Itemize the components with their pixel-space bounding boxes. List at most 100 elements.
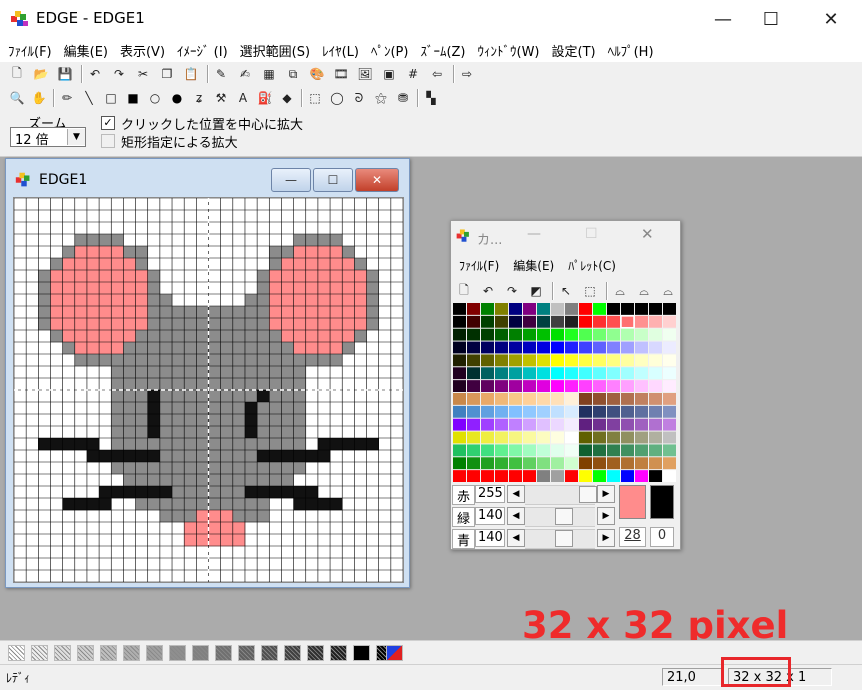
pixel-cell[interactable] (366, 294, 379, 307)
color-swatch[interactable] (495, 393, 508, 405)
select-color-icon[interactable]: ▚ (422, 89, 440, 107)
color-swatch[interactable] (565, 457, 578, 470)
color-swatch[interactable] (481, 393, 494, 405)
pixel-cell[interactable] (208, 474, 221, 487)
color-swatch[interactable] (649, 393, 662, 405)
menu-item[interactable]: ﾍﾙﾌﾟ(H) (608, 41, 654, 60)
color-swatch[interactable] (467, 341, 480, 354)
pixel-cell[interactable] (281, 414, 294, 427)
color-swatch[interactable] (481, 354, 494, 367)
pixel-cell[interactable] (293, 234, 307, 247)
pixel-cell[interactable] (196, 318, 209, 331)
pixel-cell[interactable] (244, 510, 258, 523)
color-swatch[interactable] (537, 354, 550, 367)
pixel-cell[interactable] (196, 390, 209, 403)
pixel-cell[interactable] (354, 438, 367, 451)
color-swatch[interactable] (607, 315, 620, 328)
film-icon[interactable]: 🎞 (332, 65, 350, 83)
pixel-cell[interactable] (184, 366, 197, 379)
color-swatch[interactable] (579, 341, 592, 354)
pixel-cell[interactable] (257, 378, 270, 391)
layers-icon[interactable]: ⧉ (284, 65, 302, 83)
redo-icon[interactable]: ↷ (503, 282, 521, 300)
pixel-cell[interactable] (123, 306, 136, 319)
line-icon[interactable]: ╲ (80, 89, 98, 107)
color-swatch[interactable] (551, 393, 564, 405)
color-swatch[interactable] (537, 303, 550, 315)
pixel-cell[interactable] (330, 342, 343, 355)
color-swatch[interactable] (635, 328, 648, 341)
pattern-swatch[interactable] (123, 645, 140, 661)
pixel-cell[interactable] (99, 246, 112, 259)
pixel-cell[interactable] (172, 390, 185, 403)
pixel-cell[interactable] (293, 342, 307, 355)
pixel-cell[interactable] (366, 282, 379, 295)
pixel-cell[interactable] (257, 354, 270, 367)
pixel-cell[interactable] (257, 426, 270, 439)
pixel-cell[interactable] (147, 318, 161, 331)
pixel-cell[interactable] (123, 402, 136, 415)
color-swatch[interactable] (551, 431, 564, 444)
open-folder-icon[interactable]: 📂 (32, 65, 50, 83)
pixel-cell[interactable] (86, 354, 100, 367)
swap-color-icon[interactable]: ◩ (527, 282, 545, 300)
pixel-cell[interactable] (269, 450, 282, 463)
pixel-cell[interactable] (74, 498, 88, 511)
pixel-cell[interactable] (257, 450, 270, 463)
pixel-cell[interactable] (74, 438, 88, 451)
color-swatch[interactable] (467, 380, 480, 392)
slider-right-arrow-icon[interactable]: ▶ (597, 507, 615, 525)
pixel-cell[interactable] (330, 330, 343, 343)
color-swatch[interactable] (663, 341, 676, 354)
color-swatch[interactable] (593, 444, 606, 457)
pixel-cell[interactable] (147, 378, 161, 391)
pixel-cell[interactable] (38, 438, 51, 451)
pixel-cell[interactable] (208, 402, 221, 415)
chevron-down-icon[interactable]: ▼ (67, 129, 85, 145)
pixel-cell[interactable] (269, 270, 282, 283)
pixel-cell[interactable] (281, 330, 294, 343)
pixel-cell[interactable] (208, 438, 221, 451)
pixel-cell[interactable] (172, 426, 185, 439)
pixel-cell[interactable] (317, 438, 331, 451)
color-swatch[interactable] (607, 380, 620, 392)
pixel-cell[interactable] (354, 270, 367, 283)
pixel-cell[interactable] (257, 486, 270, 499)
pattern-swatch[interactable] (192, 645, 209, 661)
pixel-cell[interactable] (135, 486, 149, 499)
channel-value[interactable]: 140 (475, 507, 505, 525)
color-swatch[interactable] (551, 405, 564, 418)
pixel-cell[interactable] (196, 330, 209, 343)
pixel-cell[interactable] (220, 378, 234, 391)
rect-fill-icon[interactable]: ■ (124, 89, 142, 107)
pixel-cell[interactable] (232, 414, 246, 427)
pixel-cell[interactable] (123, 282, 136, 295)
pixel-cell[interactable] (86, 234, 100, 247)
pixel-cell[interactable] (184, 414, 197, 427)
pixel-cell[interactable] (74, 258, 88, 271)
pixel-cell[interactable] (38, 318, 51, 331)
pixel-cell[interactable] (123, 330, 136, 343)
pixel-cell[interactable] (281, 474, 294, 487)
pixel-cell[interactable] (317, 258, 331, 271)
doc-close-button[interactable]: ✕ (355, 168, 399, 192)
pixel-cell[interactable] (330, 498, 343, 511)
pixel-cell[interactable] (123, 270, 136, 283)
pixel-cell[interactable] (172, 306, 185, 319)
pixel-cell[interactable] (184, 306, 197, 319)
color-swatch[interactable] (495, 303, 508, 315)
pixel-cell[interactable] (111, 258, 124, 271)
hand-icon[interactable]: ✋ (30, 89, 48, 107)
color-swatch[interactable] (565, 315, 578, 328)
pixel-cell[interactable] (111, 390, 124, 403)
pixel-cell[interactable] (293, 354, 307, 367)
pixel-cell[interactable] (62, 498, 76, 511)
pixel-cell[interactable] (99, 234, 112, 247)
pattern-swatch[interactable] (54, 645, 71, 661)
pixel-cell[interactable] (86, 282, 100, 295)
slider-right-arrow-icon[interactable]: ▶ (597, 529, 615, 547)
pixel-cell[interactable] (111, 282, 124, 295)
color-swatch[interactable] (621, 418, 634, 431)
color-swatch[interactable] (621, 470, 634, 482)
pixel-cell[interactable] (232, 306, 246, 319)
